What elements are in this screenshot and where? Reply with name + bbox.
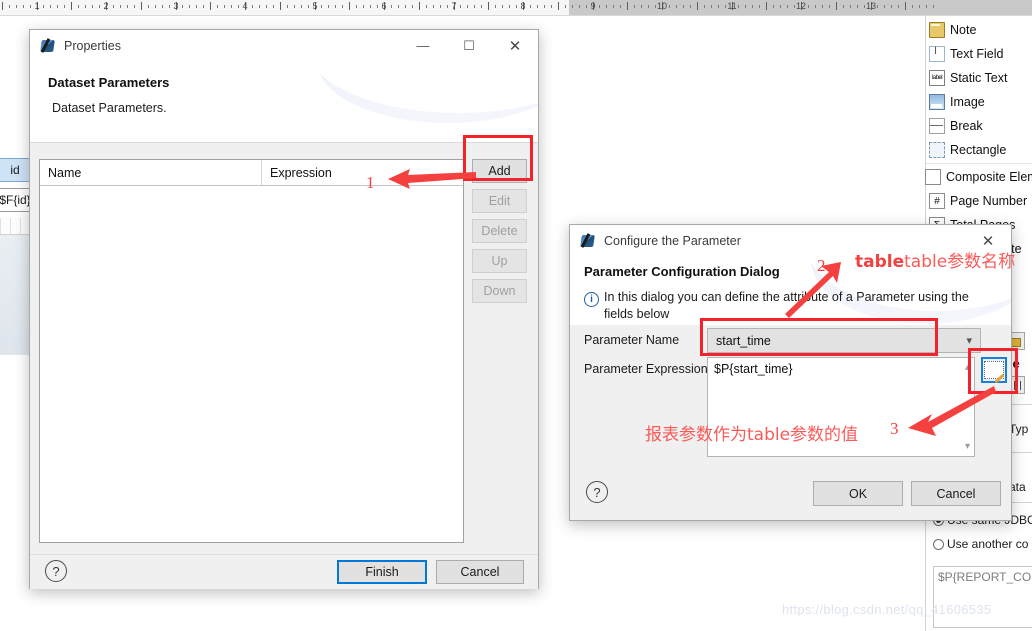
app-icon bbox=[40, 38, 56, 54]
add-button[interactable]: Add bbox=[472, 159, 527, 183]
close-icon[interactable]: ✕ bbox=[965, 225, 1011, 256]
minimize-button[interactable]: — bbox=[400, 30, 446, 61]
close-icon[interactable]: ✕ bbox=[492, 30, 538, 61]
properties-heading: Dataset Parameters bbox=[48, 75, 170, 90]
properties-dialog-header: Dataset Parameters Dataset Parameters. bbox=[30, 61, 538, 142]
down-button[interactable]: Down bbox=[472, 279, 527, 303]
configure-heading: Parameter Configuration Dialog bbox=[584, 264, 780, 279]
ok-button[interactable]: OK bbox=[813, 481, 903, 506]
palette-item-label: Composite Eleme bbox=[946, 170, 1032, 184]
palette-item-label: Image bbox=[950, 95, 985, 109]
parameter-expression-textarea[interactable]: $P{start_time} ▴ ▾ bbox=[707, 357, 975, 457]
finish-button[interactable]: Finish bbox=[337, 560, 427, 584]
radio-use-another-connection[interactable] bbox=[933, 539, 944, 550]
palette-item-page-number[interactable]: # Page Number bbox=[926, 189, 1032, 213]
parameter-expression-label: Parameter Expression bbox=[584, 362, 708, 376]
edit-expression-button[interactable] bbox=[981, 357, 1007, 384]
delete-button[interactable]: Delete bbox=[472, 219, 527, 243]
palette-item-composite-element[interactable]: Composite Eleme bbox=[922, 165, 1032, 189]
composite-element-icon bbox=[925, 169, 941, 185]
help-icon[interactable]: ? bbox=[586, 481, 608, 503]
parameters-table[interactable]: Name Expression bbox=[39, 159, 464, 543]
properties-dialog-footer: ? Finish Cancel bbox=[30, 554, 538, 589]
ruler-label: 6 bbox=[381, 1, 387, 11]
palette-item-label: Static Text bbox=[950, 71, 1008, 85]
configure-info-text: In this dialog you can define the attrib… bbox=[604, 290, 969, 321]
palette-item-text-field[interactable]: Text Field bbox=[926, 42, 1032, 66]
ruler-label: 12 bbox=[795, 1, 807, 11]
palette-item-label: Page Number bbox=[950, 194, 1028, 208]
palette-item-rectangle[interactable]: Rectangle bbox=[926, 138, 1032, 162]
ruler-label: 7 bbox=[451, 1, 457, 11]
scroll-up-icon[interactable]: ▴ bbox=[965, 362, 970, 373]
ruler-label: 2 bbox=[103, 1, 109, 11]
cancel-button[interactable]: Cancel bbox=[911, 481, 1001, 506]
ruler-label: 4 bbox=[242, 1, 248, 11]
horizontal-ruler: 1 2 3 4 5 6 7 8 9 10 11 12 13 bbox=[0, 0, 1032, 16]
static-text-icon: label bbox=[929, 70, 945, 86]
note-icon bbox=[929, 22, 945, 38]
rectangle-icon bbox=[929, 142, 945, 158]
palette-item-label: Note bbox=[950, 23, 977, 37]
text-field-icon bbox=[929, 45, 945, 62]
page-number-icon: # bbox=[929, 193, 945, 209]
ruler-label: 11 bbox=[727, 1, 737, 11]
parameters-table-header: Name Expression bbox=[40, 160, 463, 186]
ruler-label: 3 bbox=[173, 1, 179, 11]
configure-dialog-header: Parameter Configuration Dialog i In this… bbox=[570, 256, 1011, 325]
palette-item-break[interactable]: Break bbox=[926, 114, 1032, 138]
up-button[interactable]: Up bbox=[472, 249, 527, 273]
ruler-label: 13 bbox=[865, 1, 877, 11]
cancel-button[interactable]: Cancel bbox=[436, 560, 524, 584]
palette-item-label: Break bbox=[950, 119, 983, 133]
ruler-label: 5 bbox=[312, 1, 318, 11]
ruler-ticks: 1 2 3 4 5 6 7 8 9 10 11 12 13 bbox=[0, 0, 1032, 15]
image-icon bbox=[929, 94, 945, 110]
detail-cell-label: $F{id} bbox=[0, 193, 31, 207]
radio-another-connection-label: Use another co bbox=[947, 537, 1029, 551]
palette-item-label: Rectangle bbox=[950, 143, 1007, 157]
ruler-label: 9 bbox=[590, 1, 596, 11]
properties-dialog-titlebar[interactable]: Properties — ☐ ✕ bbox=[30, 30, 538, 61]
properties-subheading: Dataset Parameters. bbox=[52, 101, 167, 115]
properties-dialog-title: Properties bbox=[64, 38, 121, 53]
info-icon: i bbox=[584, 292, 599, 307]
configure-dialog-title: Configure the Parameter bbox=[604, 233, 741, 248]
connection-expression-value: $P{REPORT_CON bbox=[938, 570, 1032, 584]
ruler-label: 1 bbox=[34, 1, 40, 11]
ruler-label: 10 bbox=[656, 1, 668, 11]
configure-parameter-dialog[interactable]: Configure the Parameter ✕ Parameter Conf… bbox=[569, 224, 1012, 521]
properties-dialog[interactable]: Properties — ☐ ✕ Dataset Parameters Data… bbox=[29, 29, 539, 589]
break-icon bbox=[929, 118, 945, 134]
palette-item-static-text[interactable]: label Static Text bbox=[926, 66, 1032, 90]
edit-expression-icon bbox=[984, 361, 1005, 384]
column-header-cell-label: id bbox=[10, 163, 20, 177]
parameter-expression-value: $P{start_time} bbox=[714, 362, 793, 376]
maximize-button[interactable]: ☐ bbox=[446, 30, 492, 61]
parameters-action-buttons[interactable]: Add Edit Delete Up Down bbox=[472, 159, 532, 309]
connection-expression-input[interactable]: $P{REPORT_CON bbox=[933, 566, 1032, 628]
properties-dialog-body: Name Expression Add Edit Delete Up Down bbox=[30, 142, 538, 555]
configure-dialog-titlebar[interactable]: Configure the Parameter ✕ bbox=[570, 225, 1011, 256]
parameter-name-combo[interactable]: start_time ▾ bbox=[707, 328, 981, 353]
ruler-label: 8 bbox=[520, 1, 526, 11]
palette-item-image[interactable]: Image bbox=[926, 90, 1032, 114]
app-icon bbox=[580, 233, 596, 249]
parameter-name-label: Parameter Name bbox=[584, 333, 680, 347]
help-icon[interactable]: ? bbox=[45, 560, 67, 582]
column-header-name: Name bbox=[40, 160, 262, 185]
palette-divider bbox=[926, 163, 1032, 164]
palette-item-note[interactable]: Note bbox=[926, 18, 1032, 42]
column-header-expression: Expression bbox=[270, 165, 332, 180]
scroll-down-icon[interactable]: ▾ bbox=[965, 441, 970, 452]
watermark: https://blog.csdn.net/qq_41606535 bbox=[782, 602, 992, 617]
configure-dialog-body: Parameter Name start_time ▾ Parameter Ex… bbox=[570, 325, 1011, 520]
parameter-name-value: start_time bbox=[716, 333, 771, 348]
chevron-down-icon: ▾ bbox=[966, 335, 972, 347]
edit-button[interactable]: Edit bbox=[472, 189, 527, 213]
palette-item-label: Text Field bbox=[950, 47, 1004, 61]
